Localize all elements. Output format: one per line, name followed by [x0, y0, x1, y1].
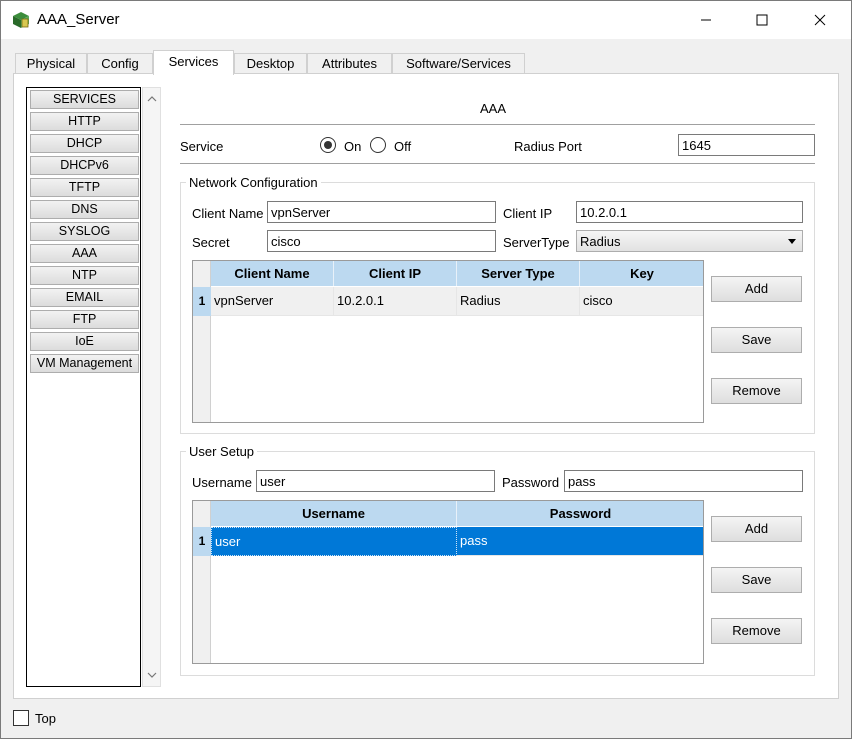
username-input[interactable]: user — [256, 470, 495, 492]
client-ip-label: Client IP — [503, 206, 553, 221]
services-list: SERVICES HTTP DHCP DHCPv6 TFTP DNS SYSLO… — [26, 87, 141, 687]
tab-services[interactable]: Services — [153, 50, 234, 75]
services-list-scrollbar[interactable] — [142, 87, 161, 687]
minimize-button[interactable] — [683, 1, 729, 39]
service-item-ntp[interactable]: NTP — [30, 266, 139, 285]
row-number: 1 — [193, 527, 211, 556]
aaa-heading: AAA — [480, 101, 507, 116]
top-label: Top — [35, 711, 56, 726]
column-header-key[interactable]: Key — [580, 261, 703, 286]
close-icon — [814, 14, 826, 26]
network-configuration-title: Network Configuration — [186, 175, 321, 190]
tab-desktop[interactable]: Desktop — [234, 53, 307, 75]
column-header-username[interactable]: Username — [211, 501, 457, 526]
app-window: AAA_Server Physical Config Services Desk… — [0, 0, 852, 739]
server-type-select[interactable]: Radius — [576, 230, 803, 252]
users-table: Username Password 1 user pass — [192, 500, 704, 664]
scroll-down-icon[interactable] — [147, 670, 157, 680]
minimize-icon — [701, 19, 711, 21]
column-header-password[interactable]: Password — [457, 501, 703, 526]
password-label: Password — [502, 475, 560, 490]
column-header-client-ip[interactable]: Client IP — [334, 261, 457, 286]
table-cell-key[interactable]: cisco — [580, 287, 703, 316]
table-cell-client-ip[interactable]: 10.2.0.1 — [334, 287, 457, 316]
password-input[interactable]: pass — [564, 470, 803, 492]
table-cell-server-type[interactable]: Radius — [457, 287, 580, 316]
service-item-syslog[interactable]: SYSLOG — [30, 222, 139, 241]
table-cell-username[interactable]: user — [211, 527, 457, 556]
service-item-ioe[interactable]: IoE — [30, 332, 139, 351]
server-type-value: Radius — [580, 234, 621, 249]
packet-tracer-server-icon — [11, 10, 31, 30]
service-item-ftp[interactable]: FTP — [30, 310, 139, 329]
service-item-http[interactable]: HTTP — [30, 112, 139, 131]
top-checkbox[interactable] — [13, 710, 29, 726]
tab-config[interactable]: Config — [87, 53, 153, 75]
network-save-button[interactable]: Save — [711, 327, 802, 353]
service-off-label: Off — [394, 139, 412, 154]
radius-port-label: Radius Port — [514, 139, 582, 154]
service-off-radio[interactable] — [370, 137, 386, 153]
row-number: 1 — [193, 287, 211, 316]
service-item-tftp[interactable]: TFTP — [30, 178, 139, 197]
user-add-button[interactable]: Add — [711, 516, 802, 542]
server-type-label: ServerType — [503, 235, 570, 250]
divider — [180, 163, 815, 164]
service-item-services[interactable]: SERVICES — [30, 90, 139, 109]
client-name-label: Client Name — [192, 206, 264, 221]
network-add-button[interactable]: Add — [711, 276, 802, 302]
user-save-button[interactable]: Save — [711, 567, 802, 593]
title-bar: AAA_Server — [1, 1, 851, 39]
network-remove-button[interactable]: Remove — [711, 378, 802, 404]
maximize-icon — [756, 14, 768, 26]
user-setup-title: User Setup — [186, 444, 258, 459]
client-ip-input[interactable]: 10.2.0.1 — [576, 201, 803, 223]
close-button[interactable] — [797, 1, 843, 39]
services-panel: SERVICES HTTP DHCP DHCPv6 TFTP DNS SYSLO… — [13, 73, 839, 699]
service-item-email[interactable]: EMAIL — [30, 288, 139, 307]
tab-software-services[interactable]: Software/Services — [392, 53, 525, 75]
service-item-dhcp[interactable]: DHCP — [30, 134, 139, 153]
service-label: Service — [180, 139, 224, 154]
column-header-client-name[interactable]: Client Name — [211, 261, 334, 286]
row-header-column — [193, 501, 211, 663]
service-item-dhcpv6[interactable]: DHCPv6 — [30, 156, 139, 175]
radius-port-input[interactable]: 1645 — [678, 134, 815, 156]
chevron-down-icon — [788, 239, 796, 244]
secret-label: Secret — [192, 235, 230, 250]
row-header-column — [193, 261, 211, 422]
divider — [180, 124, 815, 125]
table-cell-password[interactable]: pass — [457, 527, 703, 556]
username-label: Username — [192, 475, 252, 490]
user-remove-button[interactable]: Remove — [711, 618, 802, 644]
client-name-input[interactable]: vpnServer — [267, 201, 496, 223]
service-item-vm-management[interactable]: VM Management — [30, 354, 139, 373]
tab-physical[interactable]: Physical — [15, 53, 87, 75]
clients-table: Client Name Client IP Server Type Key 1 … — [192, 260, 704, 423]
service-on-radio[interactable] — [320, 137, 336, 153]
service-item-dns[interactable]: DNS — [30, 200, 139, 219]
service-on-label: On — [344, 139, 362, 154]
window-title: AAA_Server — [37, 11, 120, 28]
maximize-button[interactable] — [739, 1, 785, 39]
scroll-up-icon[interactable] — [147, 94, 157, 104]
table-cell-client-name[interactable]: vpnServer — [211, 287, 334, 316]
column-header-server-type[interactable]: Server Type — [457, 261, 580, 286]
service-item-aaa[interactable]: AAA — [30, 244, 139, 263]
tab-attributes[interactable]: Attributes — [307, 53, 392, 75]
secret-input[interactable]: cisco — [267, 230, 496, 252]
